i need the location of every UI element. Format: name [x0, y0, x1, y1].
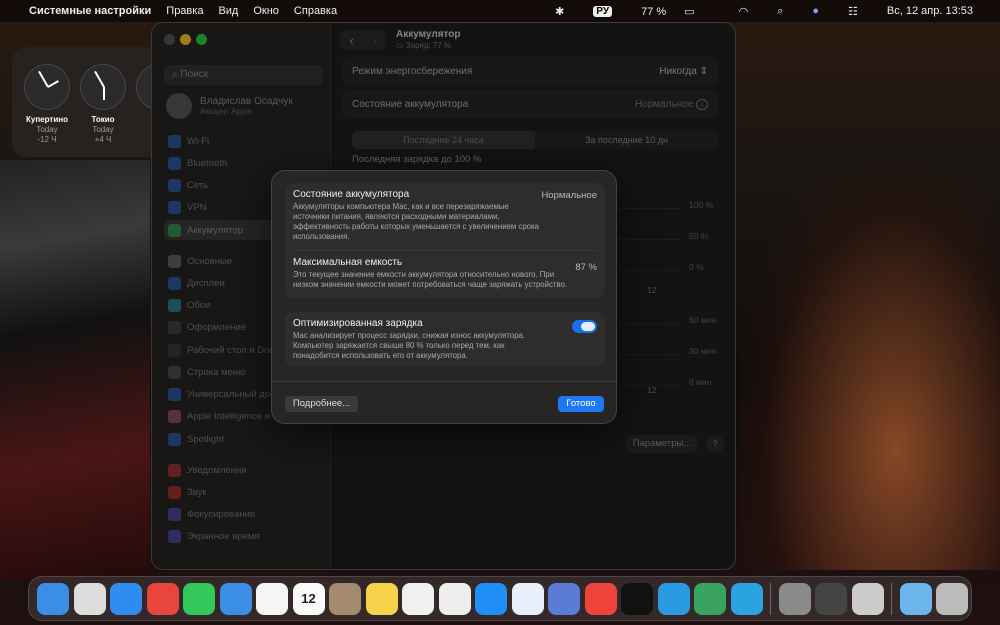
divider	[272, 381, 616, 382]
clock-city: Купертино	[26, 115, 68, 124]
control-center-icon[interactable]: ☷	[848, 5, 858, 18]
dock-safari-icon[interactable]	[110, 582, 142, 615]
menu-help[interactable]: Справка	[294, 5, 337, 17]
optimized-card: Оптимизированная зарядка Mac анализирует…	[285, 312, 605, 366]
search-icon[interactable]: ⌕	[777, 5, 783, 18]
bluetooth-icon[interactable]: ✱	[555, 5, 564, 18]
clock-day: Today	[92, 125, 114, 134]
dock-photos-icon[interactable]	[256, 582, 288, 615]
siri-icon[interactable]: ●	[812, 5, 819, 17]
menu-edit[interactable]: Правка	[166, 5, 203, 17]
battery-status[interactable]: 77 % ▭	[641, 5, 710, 18]
dock-anydesk-icon[interactable]	[584, 582, 617, 615]
health-card: Состояние аккумулятора Нормальное Аккуму…	[285, 183, 605, 298]
dock: 12	[28, 576, 972, 621]
wallpaper-lights	[740, 170, 1000, 570]
dock-app-icon[interactable]	[851, 582, 884, 615]
capacity-value: 87 %	[575, 262, 597, 273]
dock-launchpad-icon[interactable]	[73, 582, 106, 615]
wallpaper-left	[0, 160, 150, 580]
battery-icon: ▭	[684, 5, 695, 18]
clock-face-icon	[80, 64, 126, 110]
dock-stack-icon[interactable]	[694, 582, 726, 615]
clock-label: Токио Today +4 Ч	[73, 115, 133, 145]
world-clock-widget[interactable]: Купертино Today -12 Ч Токио Today +4 Ч	[12, 47, 160, 157]
clock-face-icon	[24, 64, 70, 110]
dock-system-settings-icon[interactable]	[778, 582, 811, 615]
dock-app-store-icon[interactable]	[475, 582, 507, 615]
menu-window[interactable]: Окно	[253, 5, 279, 17]
battery-percent: 77 %	[641, 5, 667, 18]
dock-separator	[891, 582, 892, 615]
menu-bar: Системные настройки Правка Вид Окно Спра…	[0, 0, 1000, 22]
dock-calculator-icon[interactable]	[815, 582, 847, 615]
optimized-charging-toggle[interactable]	[572, 320, 597, 333]
dock-downloads-folder-icon[interactable]	[899, 582, 932, 615]
dock-finder-icon[interactable]	[37, 582, 69, 615]
dock-separator	[770, 582, 771, 615]
input-source[interactable]: РУ	[593, 5, 613, 17]
capacity-desc: Это текущее значение емкости аккумулятор…	[293, 270, 567, 289]
dock-calendar-icon[interactable]: 12	[292, 582, 325, 615]
clock-city: Токио	[91, 115, 115, 124]
dock-notes-icon[interactable]	[365, 582, 398, 615]
divider	[293, 250, 597, 251]
battery-health-dialog: Состояние аккумулятора Нормальное Аккуму…	[271, 170, 617, 424]
dock-app-icon[interactable]	[548, 582, 580, 615]
clock[interactable]: Вс, 12 апр. 13:53	[887, 5, 973, 17]
dock-mail-icon[interactable]	[219, 582, 252, 615]
dock-tradingview-icon[interactable]	[621, 582, 653, 615]
dock-messages-icon[interactable]	[183, 582, 215, 615]
wifi-icon[interactable]: ◠	[739, 5, 749, 18]
dock-chrome-icon[interactable]	[146, 582, 179, 615]
dock-freeform-icon[interactable]	[402, 582, 434, 615]
clock-offset: +4 Ч	[94, 135, 112, 144]
dock-contacts-icon[interactable]	[329, 582, 361, 615]
dock-telegram-icon[interactable]	[730, 582, 763, 615]
more-info-button[interactable]: Подробнее...	[285, 396, 358, 412]
done-button[interactable]: Готово	[558, 396, 604, 412]
dock-analytics-icon[interactable]	[511, 582, 544, 615]
optimized-desc: Mac анализирует процесс зарядки, снижая …	[293, 331, 525, 360]
clock-offset: -12 Ч	[37, 135, 57, 144]
clock-day: Today	[36, 125, 58, 134]
health-desc: Аккумуляторы компьютера Mac, как и все п…	[293, 202, 539, 241]
menu-view[interactable]: Вид	[218, 5, 238, 17]
clock-label: Купертино Today -12 Ч	[17, 115, 77, 145]
dock-drive-icon[interactable]	[438, 582, 471, 615]
optimized-title: Оптимизированная зарядка	[293, 318, 423, 329]
health-value: Нормальное	[541, 190, 597, 201]
menu-app-name[interactable]: Системные настройки	[29, 5, 151, 17]
capacity-title: Максимальная емкость	[293, 257, 403, 268]
dock-trash-icon[interactable]	[936, 582, 968, 615]
dock-app-icon[interactable]	[657, 582, 690, 615]
